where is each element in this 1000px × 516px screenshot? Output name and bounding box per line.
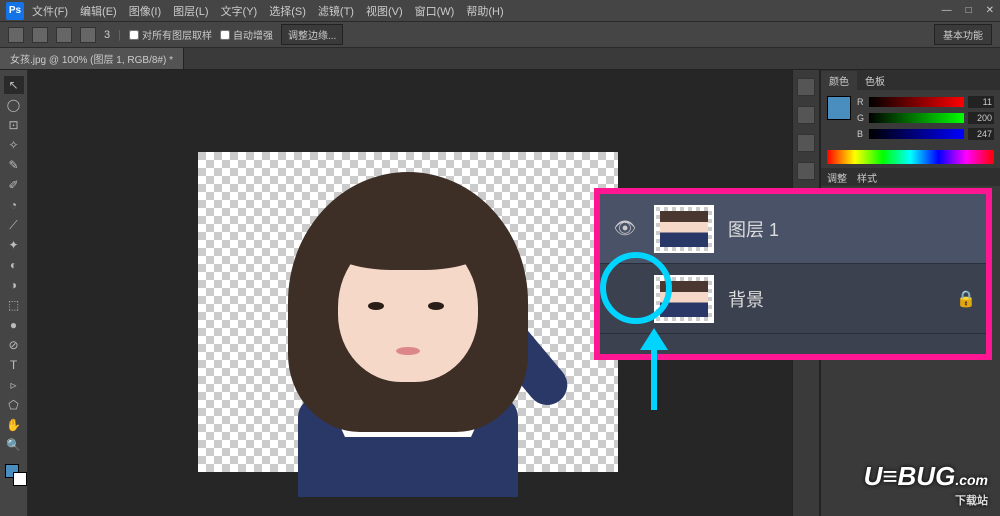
gradient-tool[interactable]: ⬚ <box>4 296 24 314</box>
layer-row-1[interactable]: 👁 图层 1 <box>600 194 986 264</box>
window-close[interactable]: ✕ <box>986 5 994 16</box>
eraser-tool[interactable]: ◑ <box>4 276 24 294</box>
g-value[interactable]: 200 <box>968 112 994 124</box>
menu-help[interactable]: 帮助(H) <box>466 3 503 19</box>
visibility-icon[interactable]: 👁 <box>610 214 640 244</box>
menu-image[interactable]: 图像(I) <box>129 3 161 19</box>
menubar: Ps 文件(F) 编辑(E) 图像(I) 图层(L) 文字(Y) 选择(S) 滤… <box>0 0 1000 22</box>
history-brush-tool[interactable]: ◐ <box>4 256 24 274</box>
document-tabbar: 女孩.jpg @ 100% (图层 1, RGB/8#) * <box>0 48 1000 70</box>
panel-icon-2[interactable] <box>797 106 815 124</box>
active-tool-icon[interactable] <box>8 27 24 43</box>
workspace-dropdown[interactable]: 基本功能 <box>934 24 992 45</box>
options-bar: 3 | 对所有图层取样 自动增强 调整边缘... 基本功能 <box>0 22 1000 48</box>
menu-file[interactable]: 文件(F) <box>32 3 68 19</box>
hand-tool[interactable]: ✋ <box>4 416 24 434</box>
foreground-color[interactable] <box>827 96 851 120</box>
auto-enhance-checkbox[interactable]: 自动增强 <box>220 27 273 42</box>
layer-thumbnail-1[interactable] <box>654 205 714 253</box>
window-max[interactable]: □ <box>966 5 972 16</box>
document-tab[interactable]: 女孩.jpg @ 100% (图层 1, RGB/8#) * <box>0 48 184 69</box>
refine-edge-button[interactable]: 调整边缘... <box>281 24 343 45</box>
zoom-tool[interactable]: 🔍 <box>4 436 24 454</box>
menu-select[interactable]: 选择(S) <box>269 3 306 19</box>
panel-icon-3[interactable] <box>797 134 815 152</box>
option-icon-3[interactable] <box>80 27 96 43</box>
blur-tool[interactable]: ● <box>4 316 24 334</box>
type-tool[interactable]: T <box>4 356 24 374</box>
watermark: U≡BUG.com 下载站 <box>864 461 988 508</box>
menu-filter[interactable]: 滤镜(T) <box>318 3 354 19</box>
r-value[interactable]: 11 <box>968 96 994 108</box>
annotation-arrow <box>640 328 668 410</box>
path-tool[interactable]: ▹ <box>4 376 24 394</box>
b-value[interactable]: 247 <box>968 128 994 140</box>
panel-icon-4[interactable] <box>797 162 815 180</box>
heal-tool[interactable]: ◔ <box>4 196 24 214</box>
color-swatch[interactable] <box>5 464 23 482</box>
lock-icon[interactable]: 🔒 <box>956 289 976 309</box>
swatches-tab[interactable]: 色板 <box>857 71 893 90</box>
annotation-circle <box>600 252 672 324</box>
menu-type[interactable]: 文字(Y) <box>221 3 258 19</box>
menu-view[interactable]: 视图(V) <box>366 3 403 19</box>
window-min[interactable]: — <box>942 5 952 16</box>
move-tool[interactable]: ↖ <box>4 76 24 94</box>
marquee-tool[interactable]: ◯ <box>4 96 24 114</box>
panel-icon-1[interactable] <box>797 78 815 96</box>
stamp-tool[interactable]: ✦ <box>4 236 24 254</box>
dodge-tool[interactable]: ⊘ <box>4 336 24 354</box>
lasso-tool[interactable]: ⊡ <box>4 116 24 134</box>
layer-name-bg[interactable]: 背景 <box>728 286 942 312</box>
document-image <box>198 152 618 472</box>
styles-tab[interactable]: 样式 <box>857 170 877 184</box>
option-icon-1[interactable] <box>32 27 48 43</box>
r-slider[interactable] <box>869 97 964 107</box>
eyedropper-tool[interactable]: ✐ <box>4 176 24 194</box>
adjustments-tab[interactable]: 调整 <box>827 170 847 184</box>
menu-edit[interactable]: 编辑(E) <box>80 3 117 19</box>
spectrum-bar[interactable] <box>827 150 994 164</box>
layer-name-1[interactable]: 图层 1 <box>728 216 976 242</box>
quick-select-tool[interactable]: ✧ <box>4 136 24 154</box>
option-icon-2[interactable] <box>56 27 72 43</box>
sample-all-layers-checkbox[interactable]: 对所有图层取样 <box>129 27 212 42</box>
b-slider[interactable] <box>869 129 964 139</box>
ps-logo: Ps <box>6 2 24 20</box>
shape-tool[interactable]: ⬠ <box>4 396 24 414</box>
crop-tool[interactable]: ✎ <box>4 156 24 174</box>
g-slider[interactable] <box>869 113 964 123</box>
brush-size[interactable]: 3 <box>104 29 110 41</box>
color-tab[interactable]: 颜色 <box>821 71 857 90</box>
tools-panel: ↖ ◯ ⊡ ✧ ✎ ✐ ◔ ⟋ ✦ ◐ ◑ ⬚ ● ⊘ T ▹ ⬠ ✋ 🔍 <box>0 70 28 516</box>
menu-layer[interactable]: 图层(L) <box>173 3 208 19</box>
brush-tool[interactable]: ⟋ <box>4 216 24 234</box>
menu-window[interactable]: 窗口(W) <box>415 3 455 19</box>
